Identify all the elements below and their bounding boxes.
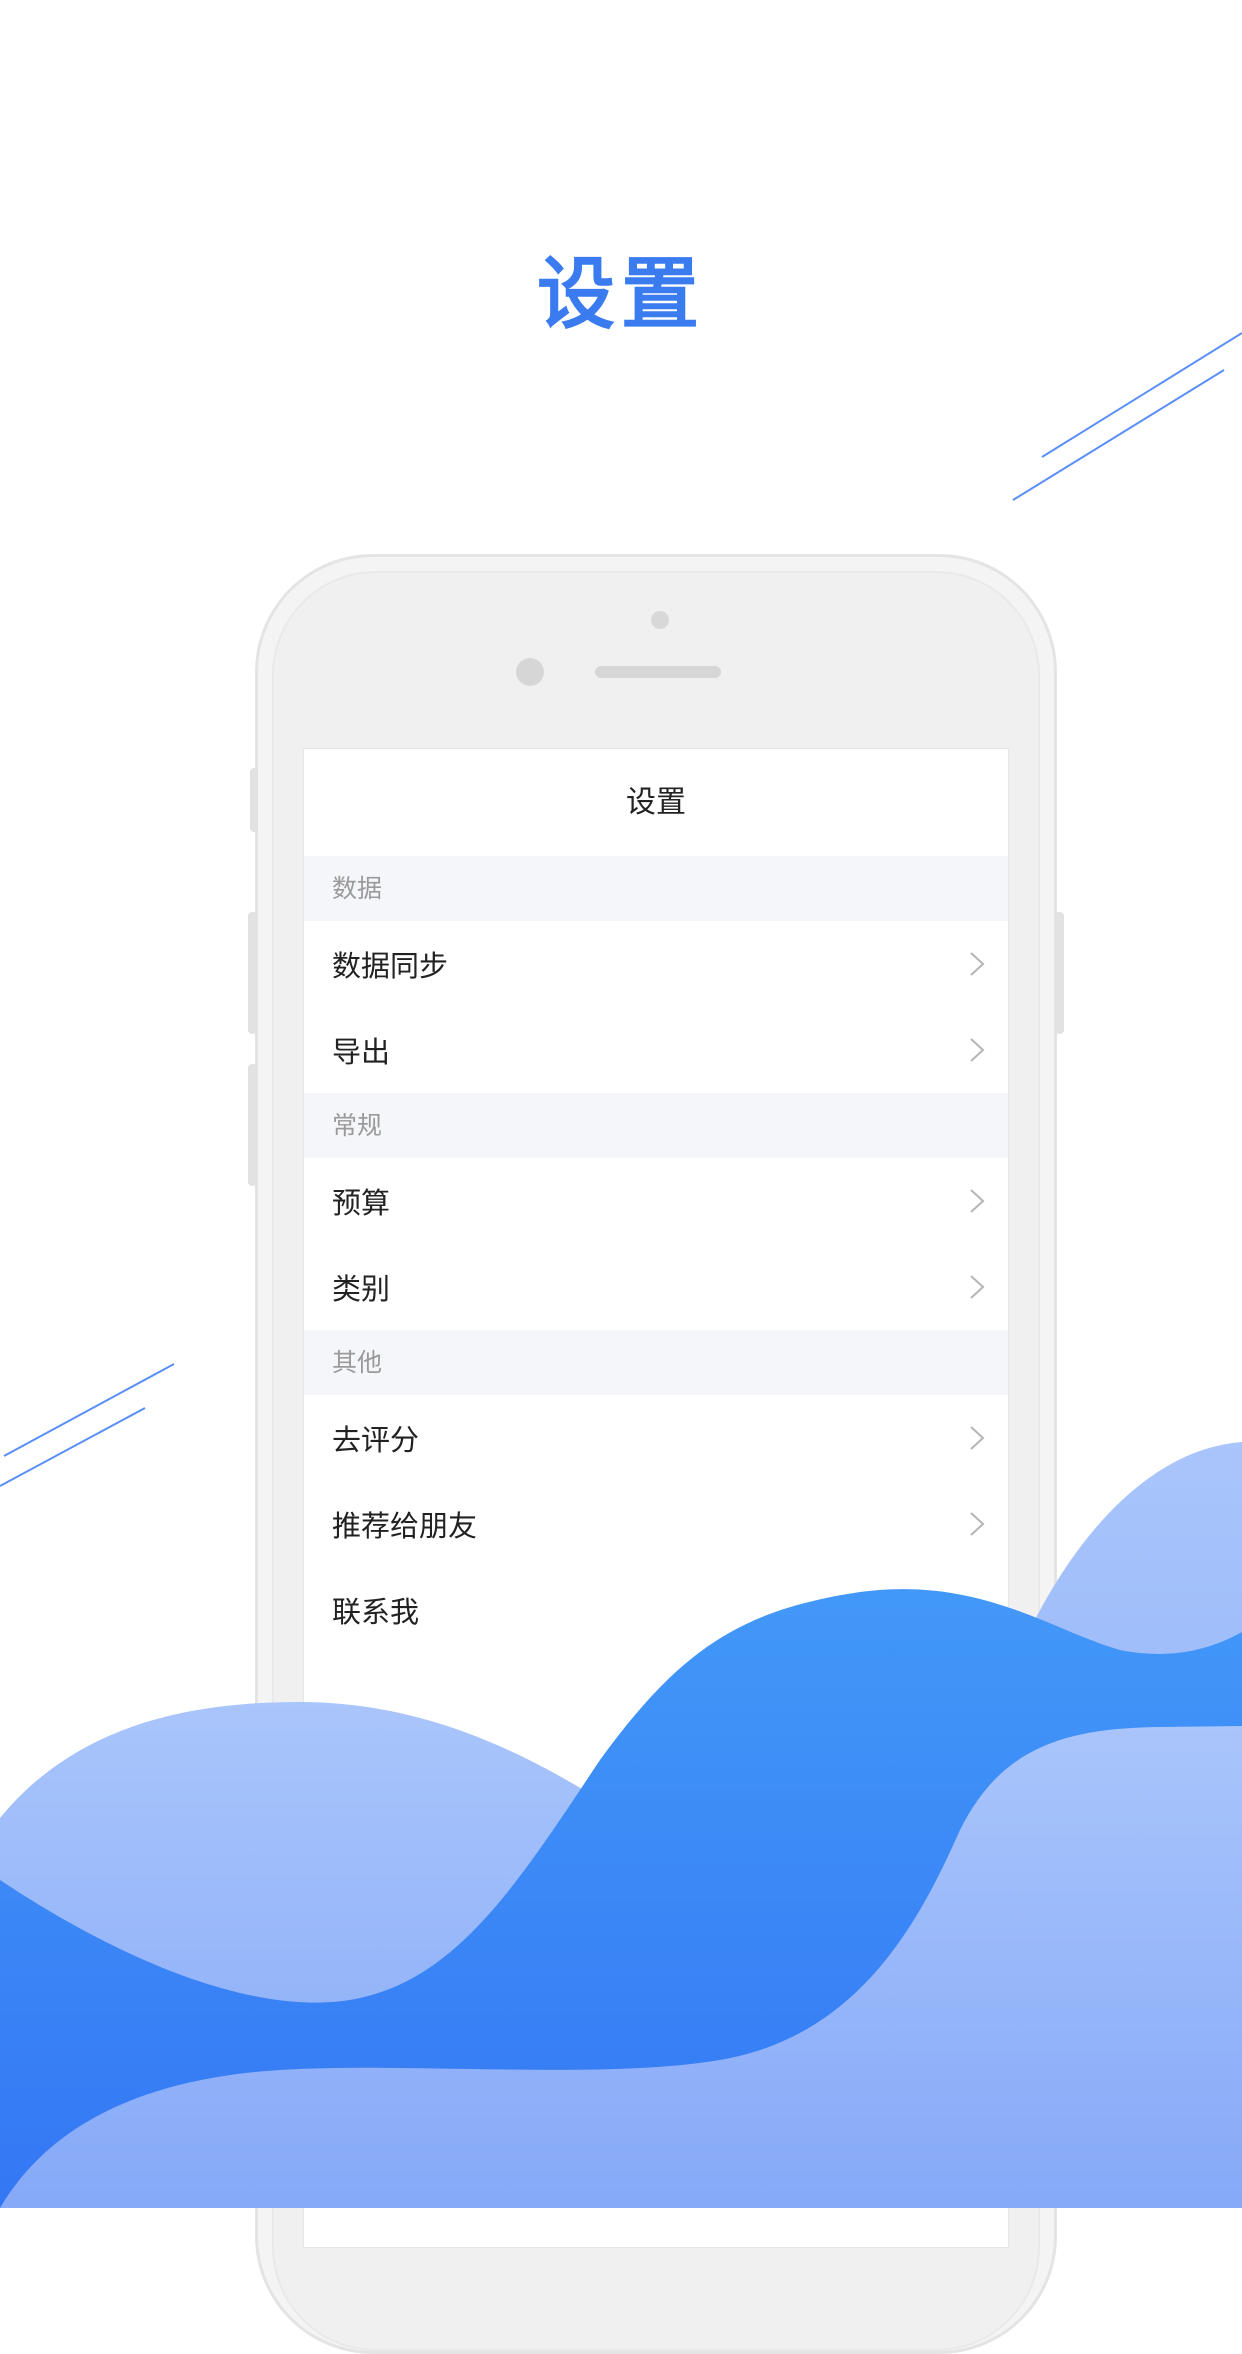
wave-decoration bbox=[0, 1442, 1242, 2208]
